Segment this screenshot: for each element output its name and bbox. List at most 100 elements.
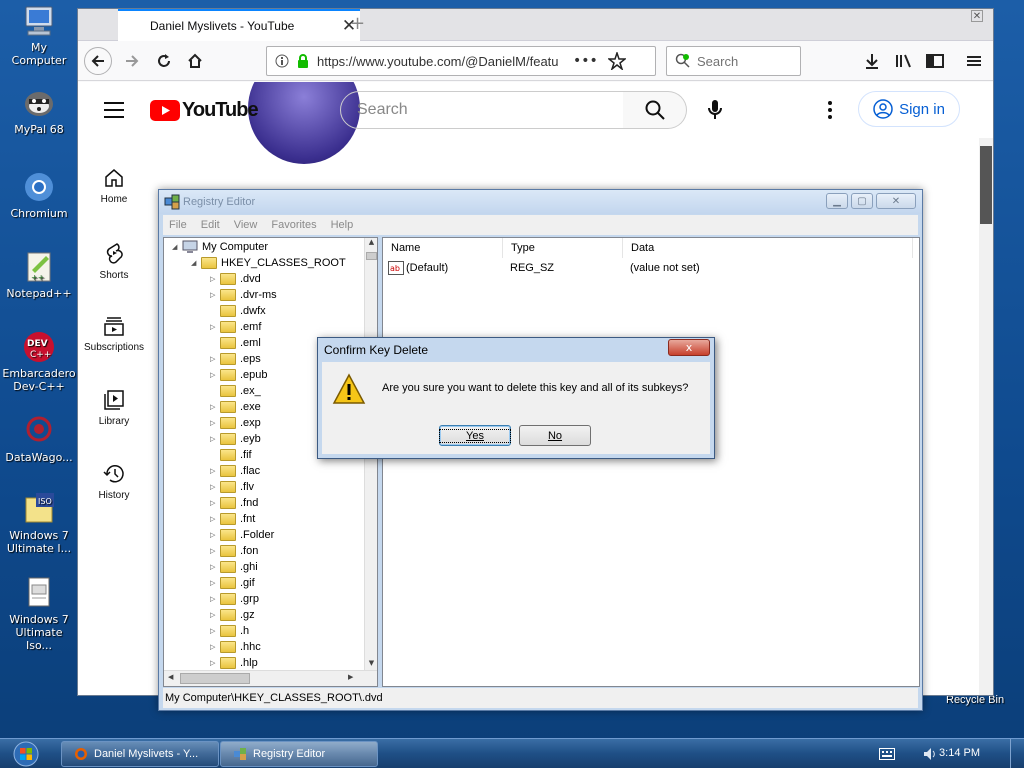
menu-help[interactable]: Help (331, 219, 354, 231)
new-tab-icon[interactable]: + (350, 13, 365, 34)
tree-node-key[interactable]: .ex_ (210, 383, 261, 399)
home-button[interactable] (181, 47, 209, 75)
downloads-button[interactable] (858, 47, 886, 75)
microphone-icon[interactable] (707, 99, 723, 121)
tree-node-key[interactable]: ▷ .eps (210, 351, 261, 367)
desktop-icon-notepad[interactable]: ++ Notepad++ (2, 250, 76, 300)
tree-node-key[interactable]: ▷ .hlp (210, 655, 258, 671)
scroll-left-arrow-icon[interactable]: ◀ (168, 673, 173, 681)
expand-arrow-icon[interactable]: ▷ (210, 579, 220, 587)
sign-in-button[interactable]: Sign in (858, 91, 960, 127)
expand-arrow-icon[interactable]: ▷ (210, 563, 220, 571)
tree-node-key[interactable]: ▷ .gz (210, 607, 255, 623)
tree-node-key[interactable]: ▷ .emf (210, 319, 261, 335)
menu-file[interactable]: File (169, 219, 187, 231)
reload-button[interactable] (150, 47, 178, 75)
bookmark-star-icon[interactable] (607, 52, 626, 70)
tree-node-key[interactable]: ▷ .fon (210, 543, 258, 559)
tree-node-key[interactable]: ▷ .eyb (210, 431, 261, 447)
tree-node-key[interactable]: .eml (210, 335, 261, 351)
tree-node-key[interactable]: ▷ .exe (210, 399, 261, 415)
expand-arrow-icon[interactable]: ▷ (210, 403, 220, 411)
expand-arrow-icon[interactable]: ▷ (210, 483, 220, 491)
value-row-default[interactable]: ab (Default) (388, 260, 448, 276)
expand-arrow-icon[interactable]: ▷ (210, 419, 220, 427)
yt-nav-subscriptions[interactable]: Subscriptions (78, 316, 150, 353)
yt-nav-home[interactable]: Home (78, 168, 150, 205)
tree-node-key[interactable]: ▷ .ghi (210, 559, 258, 575)
desktop-icon-win7-iso-2[interactable]: Windows 7 Ultimate Iso... (2, 576, 76, 652)
column-header-name[interactable]: Name (383, 238, 503, 258)
dialog-close-button[interactable]: x (668, 339, 710, 356)
scroll-right-arrow-icon[interactable]: ▶ (348, 673, 353, 681)
tree-node-key[interactable]: ▷ .hhc (210, 639, 261, 655)
menu-view[interactable]: View (234, 219, 258, 231)
no-button[interactable]: No (519, 425, 591, 446)
youtube-logo[interactable]: YouTube (150, 99, 259, 122)
expand-arrow-icon[interactable]: ▷ (210, 611, 220, 619)
expand-arrow-icon[interactable]: ▷ (210, 435, 220, 443)
start-button[interactable] (6, 740, 46, 768)
forward-button[interactable] (118, 47, 146, 75)
menu-favorites[interactable]: Favorites (271, 219, 316, 231)
tree-hscroll-thumb[interactable] (180, 673, 250, 684)
expand-arrow-icon[interactable]: ▷ (210, 595, 220, 603)
tree-node-key[interactable]: ▷ .grp (210, 591, 259, 607)
desktop-icon-devcpp[interactable]: DEV C++ Embarcadero Dev-C++ (2, 330, 76, 393)
keyboard-icon[interactable] (879, 748, 895, 760)
yt-nav-history[interactable]: History (78, 464, 150, 501)
desktop-icon-chromium[interactable]: Chromium (2, 170, 76, 220)
page-scrollbar-thumb[interactable] (980, 146, 992, 224)
browser-search-input[interactable]: Search (666, 46, 801, 76)
tray-clock[interactable]: 3:14 PM (939, 747, 980, 759)
expand-arrow-icon[interactable]: ▷ (210, 467, 220, 475)
tree-horizontal-scrollbar[interactable]: ◀ ▶ (164, 670, 377, 686)
lock-icon[interactable] (297, 54, 309, 68)
url-bar[interactable]: https://www.youtube.com/@DanielM/featu •… (266, 46, 656, 76)
desktop-icon-datawagon[interactable]: DataWago... (2, 414, 76, 464)
expand-arrow-icon[interactable]: ▷ (210, 547, 220, 555)
info-icon[interactable] (275, 54, 289, 68)
back-button[interactable] (84, 47, 112, 75)
expand-arrow-icon[interactable]: ▷ (210, 371, 220, 379)
taskbar-item-regedit[interactable]: Registry Editor (220, 741, 378, 767)
show-desktop-button[interactable] (1010, 739, 1024, 768)
more-options-icon[interactable] (827, 101, 833, 119)
tree-node-key[interactable]: ▷ .fnd (210, 495, 258, 511)
url-text[interactable]: https://www.youtube.com/@DanielM/featu (317, 54, 567, 69)
registry-values-list[interactable]: Name Type Data ab (Default) REG_SZ (valu… (382, 237, 920, 687)
tree-node-key[interactable]: ▷ .dvr-ms (210, 287, 277, 303)
tree-scroll-thumb[interactable] (366, 252, 377, 260)
tree-node-key[interactable]: ▷ .flv (210, 479, 254, 495)
yes-button[interactable]: Yes (439, 425, 511, 446)
taskbar-item-firefox[interactable]: Daniel Myslivets - Y... (61, 741, 219, 767)
regedit-titlebar[interactable]: Registry Editor ▁ ▢ ✕ (159, 190, 922, 214)
yt-search-button[interactable] (623, 91, 687, 129)
desktop-icon-mypal[interactable]: MyPal 68 (2, 86, 76, 136)
yt-search-input[interactable]: Search (340, 91, 624, 129)
sidebar-button[interactable] (921, 47, 949, 75)
desktop-icon-win7-iso-1[interactable]: ISO Windows 7 Ultimate I... (2, 492, 76, 555)
collapse-arrow-icon[interactable]: ◢ (172, 243, 182, 251)
scroll-up-arrow-icon[interactable]: ▲ (366, 238, 377, 250)
menu-edit[interactable]: Edit (201, 219, 220, 231)
column-header-type[interactable]: Type (503, 238, 623, 258)
tree-node-key[interactable]: ▷ .fnt (210, 511, 255, 527)
expand-arrow-icon[interactable]: ▷ (210, 355, 220, 363)
tree-node-key[interactable]: .dwfx (210, 303, 266, 319)
page-scrollbar[interactable] (979, 138, 993, 695)
expand-arrow-icon[interactable]: ▷ (210, 643, 220, 651)
yt-nav-shorts[interactable]: Shorts (78, 242, 150, 281)
tree-node-key[interactable]: ▷ .h (210, 623, 249, 639)
desktop-icon-my-computer[interactable]: My Computer (2, 4, 76, 67)
expand-arrow-icon[interactable]: ▷ (210, 275, 220, 283)
minimize-button[interactable]: ▁ (826, 193, 848, 209)
tree-node-hkcr[interactable]: ◢ HKEY_CLASSES_ROOT (191, 255, 346, 271)
volume-network-icon[interactable] (922, 746, 940, 762)
tree-node-key[interactable]: ▷ .flac (210, 463, 260, 479)
expand-arrow-icon[interactable]: ▷ (210, 515, 220, 523)
tree-node-key[interactable]: ▷ .exp (210, 415, 261, 431)
expand-arrow-icon[interactable]: ▷ (210, 531, 220, 539)
expand-arrow-icon[interactable]: ▷ (210, 499, 220, 507)
expand-arrow-icon[interactable]: ▷ (210, 291, 220, 299)
